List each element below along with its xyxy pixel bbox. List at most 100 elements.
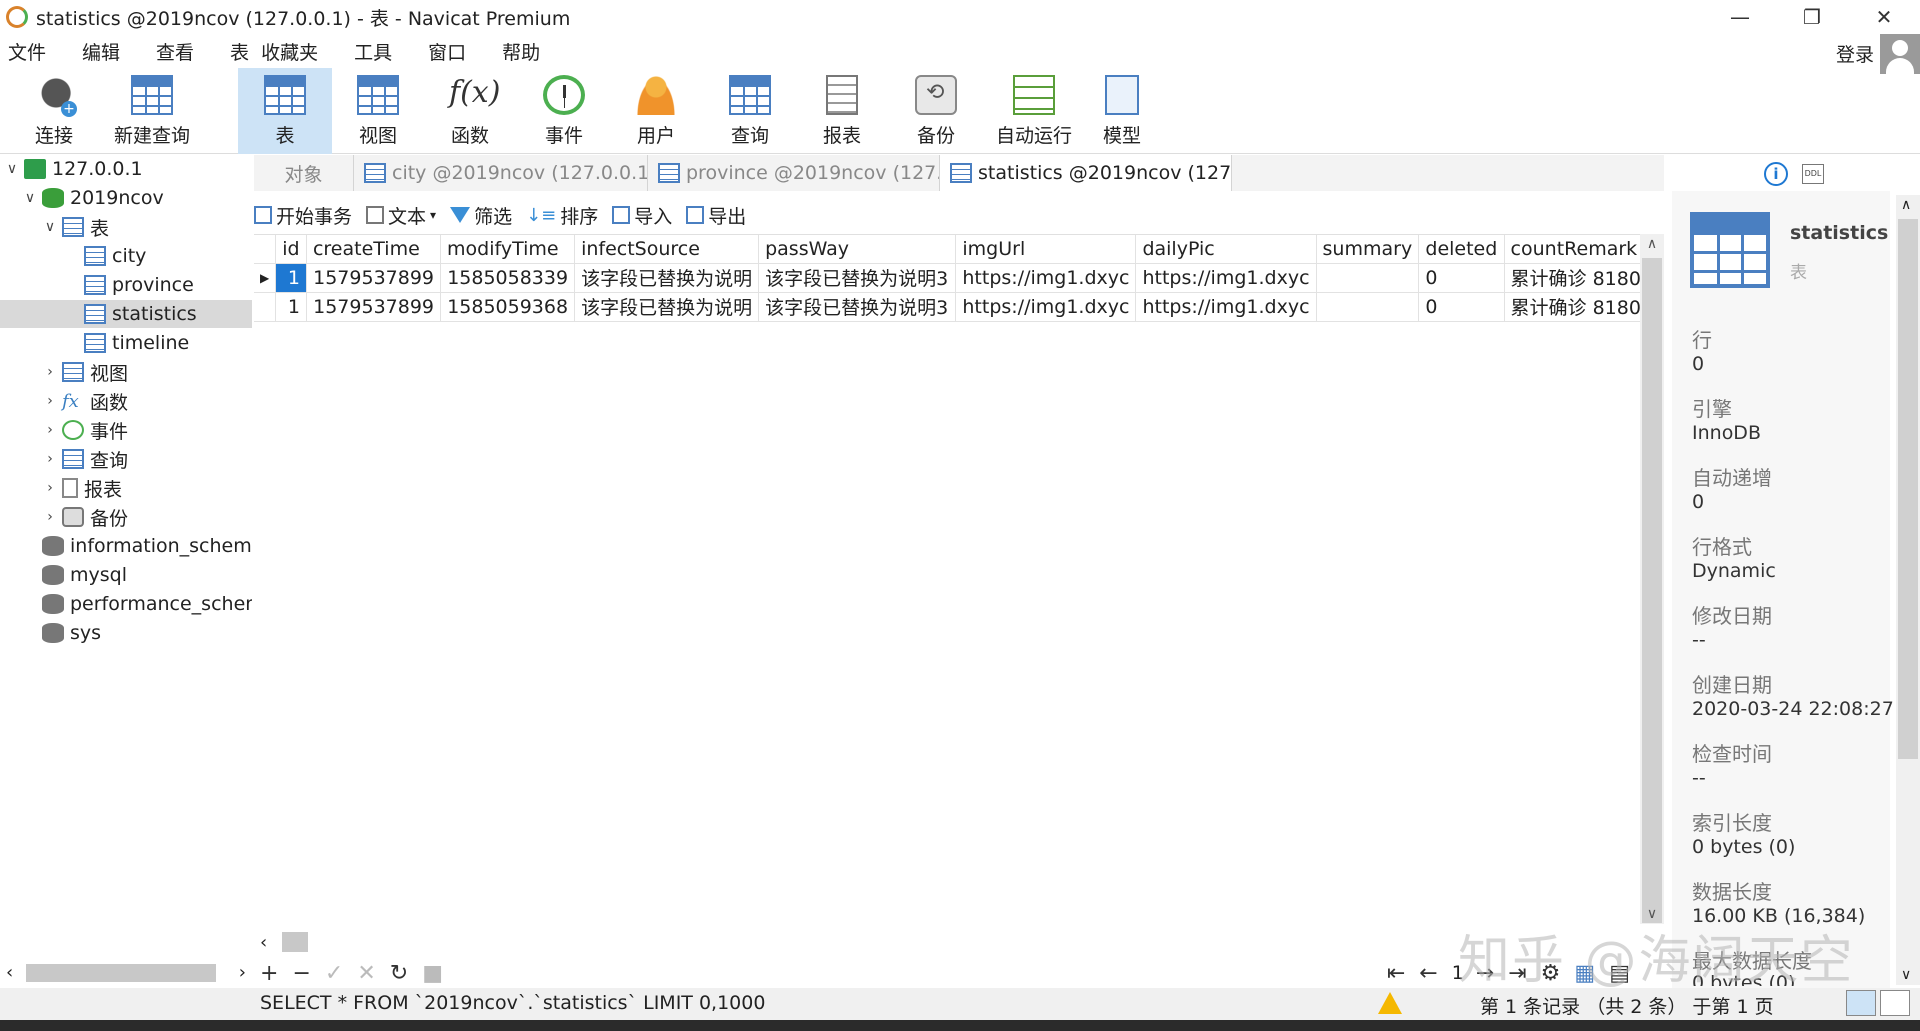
tab-city[interactable]: city @2019ncov (127.0.0.1) ... [354, 155, 648, 191]
backup-button[interactable]: 备份 [898, 68, 974, 154]
info-vertical-scrollbar[interactable]: ∧ ∨ [1896, 195, 1920, 985]
table-row[interactable]: ▶ 1 1579537899 1585058339 该字段已替换为说明 该字段已… [254, 263, 1649, 293]
close-button[interactable]: ✕ [1848, 0, 1920, 34]
function-button[interactable]: f(x) 函数 [432, 68, 508, 154]
table-row[interactable]: 1 1579537899 1585059368 该字段已替换为说明 该字段已替换… [254, 292, 1649, 322]
scroll-down-icon[interactable]: ∨ [1901, 967, 1911, 983]
scroll-up-icon[interactable]: ∧ [1640, 236, 1664, 252]
column-header[interactable]: passWay [758, 235, 957, 264]
event-button[interactable]: 事件 [526, 68, 602, 154]
chevron-down-icon[interactable]: ∨ [22, 190, 38, 206]
chevron-right-icon[interactable]: › [42, 422, 58, 438]
tree-table-statistics[interactable]: statistics [0, 300, 252, 328]
scroll-left-icon[interactable]: ‹ [260, 932, 267, 953]
table-cell[interactable]: https://img1.dxyc [955, 292, 1137, 322]
maximize-button[interactable]: ❐ [1776, 0, 1848, 34]
column-header[interactable]: imgUrl [955, 235, 1137, 264]
chevron-down-icon[interactable]: ∨ [4, 161, 20, 177]
toggle-right-panel-icon[interactable] [1880, 990, 1910, 1016]
toggle-left-panel-icon[interactable] [1846, 990, 1876, 1016]
warning-icon[interactable] [1378, 992, 1402, 1014]
column-header[interactable]: summary [1316, 235, 1420, 264]
tree-database[interactable]: ∨ 2019ncov [22, 184, 164, 212]
column-header[interactable]: modifyTime [440, 235, 576, 264]
user-button[interactable]: 用户 [618, 68, 694, 154]
table-cell[interactable]: 1 [275, 292, 307, 322]
table-cell[interactable]: 1579537899 [306, 292, 442, 322]
column-header[interactable]: createTime [306, 235, 442, 264]
column-header[interactable]: id [275, 235, 307, 264]
tree-functions-group[interactable]: › fx 函数 [42, 387, 128, 415]
connect-button[interactable]: 连接 [14, 68, 94, 154]
table-cell[interactable]: 0 [1418, 292, 1505, 322]
table-cell[interactable] [1316, 263, 1420, 293]
tree-events-group[interactable]: › 事件 [42, 416, 128, 444]
table-cell[interactable] [1316, 292, 1420, 322]
tab-statistics[interactable]: statistics @2019ncov (127.... [940, 155, 1232, 191]
apply-changes-icon[interactable]: ✓ [325, 961, 343, 986]
table-cell[interactable]: https://img1.dxyc [1135, 263, 1317, 293]
table-cell[interactable]: 该字段已替换为说明 [574, 292, 760, 322]
new-query-button[interactable]: 新建查询 [104, 68, 200, 154]
tree-queries-group[interactable]: › 查询 [42, 445, 128, 473]
add-record-icon[interactable]: + [260, 961, 278, 986]
column-header[interactable]: dailyPic [1135, 235, 1317, 264]
table-cell[interactable]: 该字段已替换为说明3 [758, 263, 957, 293]
tree-db-sys[interactable]: sys [42, 619, 101, 647]
previous-page-icon[interactable]: ← [1419, 961, 1437, 986]
table-cell[interactable]: 0 [1418, 263, 1505, 293]
table-cell[interactable]: 该字段已替换为说明 [574, 263, 760, 293]
scroll-left-icon[interactable]: ‹ [6, 962, 13, 983]
menu-file[interactable]: 文件 [0, 38, 60, 65]
chevron-down-icon[interactable]: ∨ [42, 219, 58, 235]
import-button[interactable]: 导入 [612, 202, 672, 229]
grid-horizontal-scrollbar[interactable]: ‹ [254, 928, 1648, 956]
dropdown-icon[interactable]: ▾ [430, 208, 436, 222]
menu-edit[interactable]: 编辑 [74, 38, 134, 65]
scroll-thumb[interactable] [26, 964, 216, 982]
tree-views-group[interactable]: › 视图 [42, 358, 128, 386]
tree-backups-group[interactable]: › 备份 [42, 503, 128, 531]
model-button[interactable]: 模型 [1084, 68, 1160, 154]
tree-db-mysql[interactable]: mysql [42, 561, 127, 589]
menu-favorites[interactable]: 收藏夹 [253, 38, 332, 65]
chevron-right-icon[interactable]: › [42, 364, 58, 380]
scroll-thumb[interactable] [1642, 258, 1662, 923]
automation-button[interactable]: 自动运行 [986, 68, 1082, 154]
text-button[interactable]: 文本 ▾ [366, 202, 436, 229]
menu-window[interactable]: 窗口 [420, 38, 480, 65]
table-button[interactable]: 表 [238, 68, 332, 154]
stop-icon[interactable]: ■ [422, 961, 443, 986]
table-cell[interactable]: 1 [275, 263, 307, 293]
table-cell[interactable]: 累计确诊 8180 [1504, 292, 1649, 322]
scroll-up-icon[interactable]: ∧ [1901, 197, 1911, 213]
discard-changes-icon[interactable]: ✕ [357, 961, 375, 986]
current-row-marker-icon[interactable]: ▶ [254, 263, 277, 293]
report-button[interactable]: 报表 [804, 68, 880, 154]
table-cell[interactable]: https://img1.dxyc [955, 263, 1137, 293]
table-cell[interactable]: 累计确诊 8180 [1504, 263, 1649, 293]
tab-province[interactable]: province @2019ncov (127.... [648, 155, 940, 191]
grid-vertical-scrollbar[interactable]: ∧ ∨ [1640, 234, 1664, 924]
scroll-thumb[interactable] [1898, 219, 1918, 759]
tab-objects[interactable]: 对象 [254, 155, 354, 191]
filter-button[interactable]: 筛选 [450, 202, 512, 229]
row-selector-header[interactable] [254, 235, 277, 264]
refresh-icon[interactable]: ↻ [390, 961, 408, 986]
begin-transaction-button[interactable]: 开始事务 [254, 202, 352, 229]
login-link[interactable]: 登录 [1836, 40, 1874, 67]
export-button[interactable]: 导出 [686, 202, 746, 229]
tree-reports-group[interactable]: › 报表 [42, 474, 122, 502]
view-button[interactable]: 视图 [340, 68, 416, 154]
tree-table-timeline[interactable]: timeline [84, 329, 189, 357]
tree-table-province[interactable]: province [84, 271, 194, 299]
table-cell[interactable]: 1585058339 [440, 263, 576, 293]
column-header[interactable]: deleted [1418, 235, 1505, 264]
table-cell[interactable]: 1579537899 [306, 263, 442, 293]
ddl-icon[interactable]: DDL [1802, 164, 1824, 184]
table-cell[interactable]: 1585059368 [440, 292, 576, 322]
column-header[interactable]: infectSource [574, 235, 760, 264]
menu-help[interactable]: 帮助 [494, 38, 554, 65]
query-button[interactable]: 查询 [712, 68, 788, 154]
info-icon[interactable]: i [1764, 162, 1788, 186]
